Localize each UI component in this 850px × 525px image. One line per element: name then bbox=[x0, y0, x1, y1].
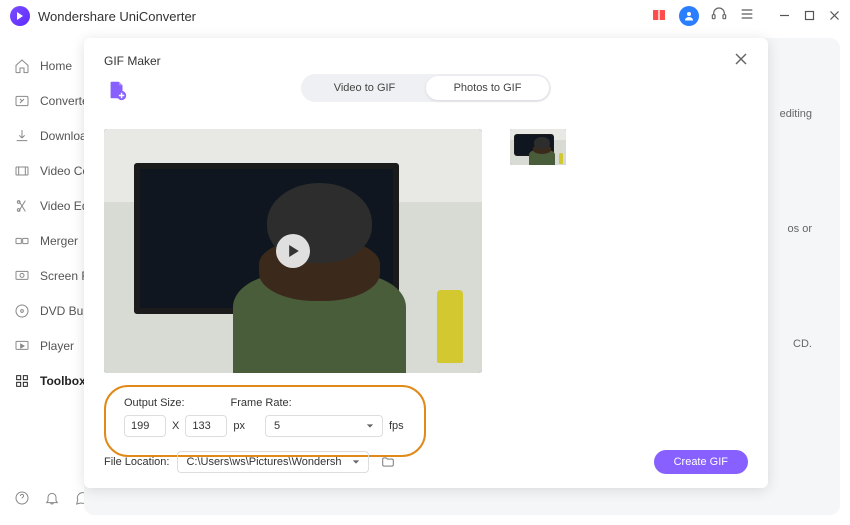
sidebar-item-screen-recorder[interactable]: Screen Recorder bbox=[0, 262, 84, 290]
sidebar-item-merger[interactable]: Merger bbox=[0, 227, 84, 255]
play-icon[interactable] bbox=[276, 234, 310, 268]
create-gif-button[interactable]: Create GIF bbox=[654, 450, 748, 474]
settings-group: Output Size: Frame Rate: 199 X 133 px 5 … bbox=[104, 385, 426, 457]
sidebar-item-video-compressor[interactable]: Video Compressor bbox=[0, 157, 84, 185]
gif-maker-modal: GIF Maker Video to GIF Photos to GIF bbox=[84, 38, 768, 488]
chevron-down-icon bbox=[366, 422, 374, 430]
maximize-button[interactable] bbox=[804, 9, 815, 24]
thumbnail-item[interactable] bbox=[510, 129, 566, 165]
titlebar: Wondershare UniConverter bbox=[0, 0, 850, 32]
close-button[interactable] bbox=[829, 9, 840, 24]
sidebar-item-downloader[interactable]: Downloader bbox=[0, 122, 84, 150]
file-location-select[interactable]: C:\Users\ws\Pictures\Wondersh bbox=[177, 451, 369, 473]
px-label: px bbox=[233, 420, 245, 432]
help-icon[interactable] bbox=[14, 490, 30, 511]
chevron-down-icon bbox=[352, 458, 360, 466]
thumbnail-list bbox=[510, 129, 566, 373]
height-input[interactable]: 133 bbox=[185, 415, 227, 437]
sidebar-item-player[interactable]: Player bbox=[0, 332, 84, 360]
tab-photos-to-gif[interactable]: Photos to GIF bbox=[426, 76, 549, 100]
file-location-label: File Location: bbox=[104, 456, 169, 468]
modal-title: GIF Maker bbox=[104, 54, 161, 68]
headset-icon[interactable] bbox=[711, 6, 727, 26]
open-folder-button[interactable] bbox=[377, 451, 399, 473]
sidebar-item-video-editor[interactable]: Video Editor bbox=[0, 192, 84, 220]
sidebar-label: Player bbox=[40, 339, 74, 353]
fps-label: fps bbox=[389, 420, 404, 432]
tab-video-to-gif[interactable]: Video to GIF bbox=[303, 76, 426, 100]
preview-panel[interactable] bbox=[104, 129, 482, 373]
app-logo-icon bbox=[10, 6, 30, 26]
bg-text: editing bbox=[780, 108, 812, 120]
frame-rate-select[interactable]: 5 bbox=[265, 415, 383, 437]
tabs: Video to GIF Photos to GIF bbox=[301, 74, 551, 102]
bell-icon[interactable] bbox=[44, 490, 60, 511]
bg-text: os or bbox=[788, 223, 812, 235]
gift-icon[interactable] bbox=[651, 6, 667, 27]
hamburger-icon[interactable] bbox=[739, 6, 755, 26]
sidebar-item-dvd-burner[interactable]: DVD Burner bbox=[0, 297, 84, 325]
frame-rate-label: Frame Rate: bbox=[231, 397, 292, 409]
app-title: Wondershare UniConverter bbox=[38, 9, 196, 24]
output-size-label: Output Size: bbox=[124, 397, 185, 409]
sidebar-label: Home bbox=[40, 59, 72, 73]
bg-text: CD. bbox=[793, 338, 812, 350]
width-input[interactable]: 199 bbox=[124, 415, 166, 437]
close-icon[interactable] bbox=[734, 50, 748, 71]
add-file-icon[interactable] bbox=[106, 79, 128, 101]
sidebar-item-toolbox[interactable]: Toolbox bbox=[0, 367, 84, 395]
sidebar-label: Merger bbox=[40, 234, 78, 248]
sidebar-item-home[interactable]: Home bbox=[0, 52, 84, 80]
times-label: X bbox=[172, 420, 179, 432]
avatar-icon[interactable] bbox=[679, 6, 699, 26]
sidebar-label: Toolbox bbox=[40, 374, 86, 388]
sidebar: Home Converter Downloader Video Compress… bbox=[0, 32, 84, 525]
sidebar-item-converter[interactable]: Converter bbox=[0, 87, 84, 115]
minimize-button[interactable] bbox=[779, 9, 790, 24]
